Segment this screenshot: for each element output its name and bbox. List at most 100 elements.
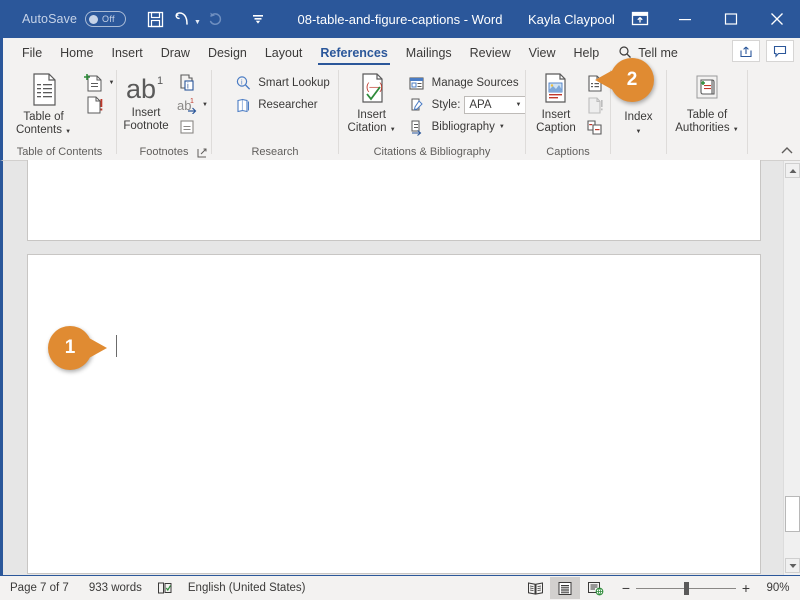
insert-citation-button[interactable]: (—) Insert Citation ▼ xyxy=(340,70,404,135)
maximize-icon[interactable] xyxy=(708,0,754,38)
word-count-status[interactable]: 933 words xyxy=(79,576,152,600)
next-footnote-icon: ab 1 xyxy=(176,94,198,116)
document-workspace[interactable] xyxy=(0,160,800,575)
insert-citation-label-line2: Citation xyxy=(347,122,387,134)
tab-design[interactable]: Design xyxy=(199,40,256,66)
table-of-authorities-label-line2: Authorities xyxy=(675,122,730,134)
document-page-current[interactable] xyxy=(27,254,761,574)
table-of-authorities-button[interactable]: Table of Authorities ▼ xyxy=(668,70,746,135)
citation-style-label: Style: xyxy=(431,99,461,111)
document-page-previous[interactable] xyxy=(27,160,761,241)
smart-lookup-button[interactable]: i Smart Lookup xyxy=(230,72,332,94)
chevron-down-icon[interactable]: ▼ xyxy=(109,80,115,86)
group-label-index xyxy=(611,144,666,160)
citation-style-dropdown[interactable]: APA ▼ xyxy=(464,96,527,114)
tab-references[interactable]: References xyxy=(311,40,396,66)
chevron-down-icon[interactable]: ▼ xyxy=(202,102,208,108)
chevron-down-icon[interactable]: ▼ xyxy=(65,129,71,135)
chevron-down-icon[interactable]: ▼ xyxy=(390,127,396,133)
zoom-out-button[interactable]: − xyxy=(616,580,636,596)
customize-quick-access-toolbar-icon[interactable] xyxy=(245,6,271,32)
status-bar-right: − + 90% xyxy=(520,576,800,600)
bibliography-button[interactable]: Bibliography ▼ xyxy=(404,116,529,138)
collapse-ribbon-icon[interactable] xyxy=(780,144,794,158)
redo-icon[interactable] xyxy=(203,6,229,32)
cross-reference-button[interactable] xyxy=(582,116,608,138)
account-user-name[interactable]: Kayla Claypool xyxy=(528,12,615,27)
manage-sources-button[interactable]: Manage Sources xyxy=(404,72,529,94)
web-layout-button[interactable] xyxy=(580,577,610,599)
show-notes-button[interactable] xyxy=(174,116,210,138)
chevron-down-icon[interactable]: ▼ xyxy=(499,124,505,130)
text-insertion-caret xyxy=(116,335,117,357)
tab-mailings[interactable]: Mailings xyxy=(397,40,461,66)
group-label-table-of-authorities xyxy=(667,144,747,160)
comments-icon[interactable] xyxy=(766,40,794,62)
group-label-research: Research xyxy=(251,146,299,158)
read-mode-button[interactable] xyxy=(520,577,550,599)
tab-review[interactable]: Review xyxy=(461,40,520,66)
add-text-button[interactable]: ▼ xyxy=(81,72,117,94)
manage-sources-label: Manage Sources xyxy=(431,77,519,89)
undo-icon[interactable] xyxy=(170,6,196,32)
zoom-slider[interactable] xyxy=(636,576,736,600)
add-text-icon xyxy=(83,72,105,94)
scrollbar-thumb[interactable] xyxy=(785,496,800,532)
language-status[interactable]: English (United States) xyxy=(178,576,316,600)
proofing-errors-icon[interactable] xyxy=(152,576,178,600)
tab-draw[interactable]: Draw xyxy=(152,40,199,66)
update-table-of-figures-button[interactable] xyxy=(582,94,608,116)
save-icon[interactable] xyxy=(142,6,168,32)
ribbon-display-options-icon[interactable] xyxy=(626,5,654,33)
callout-number: 1 xyxy=(64,337,76,358)
bibliography-label: Bibliography xyxy=(431,121,495,133)
insert-footnote-label-line2: Footnote xyxy=(123,120,169,132)
title-bar: AutoSave Off ▼ 08-table-and-figure-capti… xyxy=(0,0,800,38)
ribbon-group-research: i Smart Lookup Researcher Research xyxy=(212,66,338,160)
scroll-up-icon[interactable] xyxy=(785,163,800,178)
undo-dropdown-icon[interactable]: ▼ xyxy=(194,19,201,26)
researcher-button[interactable]: Researcher xyxy=(230,94,319,116)
tab-home[interactable]: Home xyxy=(51,40,102,66)
insert-footnote-button[interactable]: ab 1 Insert Footnote xyxy=(118,70,174,133)
close-icon[interactable] xyxy=(754,0,800,38)
show-notes-icon xyxy=(176,116,198,138)
citation-style-row: Style: APA ▼ xyxy=(404,94,529,116)
window-controls xyxy=(662,0,800,38)
footnotes-dialog-launcher-icon[interactable] xyxy=(196,147,208,159)
zoom-control: − + 90% xyxy=(616,576,800,600)
tab-view[interactable]: View xyxy=(520,40,565,66)
scroll-down-icon[interactable] xyxy=(785,558,800,573)
insert-caption-button[interactable]: Insert Caption xyxy=(530,70,582,135)
vertical-scrollbar[interactable] xyxy=(783,161,800,575)
autosave-knob xyxy=(89,14,99,24)
chevron-down-icon[interactable]: ▼ xyxy=(733,127,739,133)
update-table-button[interactable] xyxy=(81,94,117,116)
group-label-citations-bibliography: Citations & Bibliography xyxy=(373,146,491,158)
page-number-status[interactable]: Page 7 of 7 xyxy=(0,576,79,600)
tab-file[interactable]: File xyxy=(13,40,51,66)
print-layout-button[interactable] xyxy=(550,577,580,599)
insert-endnote-button[interactable]: i xyxy=(174,72,210,94)
zoom-slider-thumb[interactable] xyxy=(684,581,689,595)
chevron-down-icon[interactable]: ▼ xyxy=(636,129,642,135)
callout-number: 2 xyxy=(626,69,638,90)
callout-marker-2: 2 xyxy=(595,58,654,102)
table-of-contents-button[interactable]: Table of Contents ▼ xyxy=(7,70,81,137)
autosave-toggle[interactable]: Off xyxy=(85,11,127,27)
chevron-down-icon[interactable]: ▼ xyxy=(515,102,521,108)
style-icon xyxy=(406,94,428,116)
share-icon[interactable] xyxy=(732,40,760,62)
svg-text:ab: ab xyxy=(126,74,156,104)
zoom-level-label[interactable]: 90% xyxy=(756,582,800,594)
zoom-in-button[interactable]: + xyxy=(736,580,756,596)
manage-sources-icon xyxy=(406,72,428,94)
insert-footnote-label-line1: Insert xyxy=(131,107,161,119)
tab-layout[interactable]: Layout xyxy=(256,40,312,66)
minimize-icon[interactable] xyxy=(662,0,708,38)
insert-caption-label-line1: Insert xyxy=(541,109,571,121)
next-footnote-button[interactable]: ab 1 ▼ xyxy=(174,94,210,116)
tab-insert[interactable]: Insert xyxy=(103,40,152,66)
tab-help[interactable]: Help xyxy=(565,40,609,66)
ribbon-group-footnotes: ab 1 Insert Footnote i ab 1 ▼ Footnotes xyxy=(117,66,211,160)
